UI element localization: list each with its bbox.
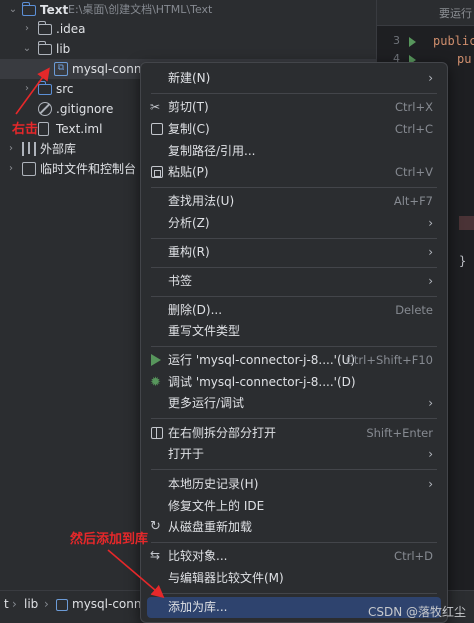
menu-item-new[interactable]: 新建(N) › <box>147 68 441 89</box>
menu-item-compare-with[interactable]: 比较对象...Ctrl+D <box>147 545 441 567</box>
chevron-right-icon: › <box>428 447 433 461</box>
tree-item-label: lib <box>56 42 71 56</box>
menu-item-find-usages[interactable]: 查找用法(U) Alt+F7 <box>147 191 441 212</box>
tree-item-idea[interactable]: › .idea <box>0 19 376 39</box>
menu-separator <box>151 93 437 94</box>
menu-separator <box>151 238 437 239</box>
chevron-right-icon: › <box>428 216 433 230</box>
menu-item-override-file-type[interactable]: 重写文件类型 <box>147 321 441 342</box>
chevron-right-icon[interactable]: › <box>22 79 32 99</box>
tree-item-label: Text.iml <box>56 122 103 136</box>
code-line: pu <box>457 52 472 66</box>
menu-separator <box>151 267 437 268</box>
tree-item-label: src <box>56 82 74 96</box>
run-icon <box>151 354 161 366</box>
chevron-right-icon: › <box>428 477 433 491</box>
tree-root[interactable]: ⌄ Text E:\桌面\创建文档\HTML\Text <box>0 0 376 20</box>
menu-item-analyze[interactable]: 分析(Z) › <box>147 213 441 234</box>
menu-item-repair-ide[interactable]: 修复文件上的 IDE <box>147 496 441 517</box>
chevron-right-icon[interactable]: › <box>6 139 16 159</box>
code-brace: } <box>459 254 467 268</box>
annotation-right-click: 右击 <box>12 122 39 137</box>
ignore-file-icon <box>38 102 52 116</box>
file-icon <box>38 122 49 136</box>
menu-separator <box>151 593 437 594</box>
breadcrumb-separator: › <box>12 597 17 611</box>
menu-item-delete[interactable]: 删除(D)... Delete <box>147 300 441 321</box>
menu-separator <box>151 542 437 543</box>
menu-item-debug[interactable]: 调试 'mysql-connector-j-8....'(D) <box>147 372 441 393</box>
folder-icon <box>38 41 52 55</box>
error-marker <box>459 216 474 230</box>
breadcrumb-lib[interactable]: lib <box>24 597 38 611</box>
chevron-right-icon[interactable]: › <box>6 159 16 179</box>
line-number: 3 <box>393 34 400 47</box>
chevron-down-icon[interactable]: ⌄ <box>22 39 32 59</box>
source-folder-icon <box>38 81 52 95</box>
menu-separator <box>151 469 437 470</box>
run-gutter-icon[interactable] <box>409 37 416 47</box>
chevron-right-icon: › <box>428 274 433 288</box>
editor-tab-bar: 要运行 <box>377 0 474 26</box>
menu-item-open-in[interactable]: 打开于 › <box>147 444 441 465</box>
menu-item-copy-path[interactable]: 复制路径/引用... <box>147 141 441 162</box>
breadcrumb-project[interactable]: t <box>4 597 9 611</box>
jar-icon: ⧉ <box>54 62 68 76</box>
scissors-icon <box>150 97 163 118</box>
annotation-then-add: 然后添加到库 <box>70 532 149 547</box>
menu-item-bookmarks[interactable]: 书签 › <box>147 271 441 292</box>
paste-icon <box>151 166 163 178</box>
reload-icon <box>150 516 163 537</box>
debug-icon <box>150 372 163 393</box>
split-icon <box>151 427 163 439</box>
chevron-right-icon: › <box>428 71 433 85</box>
breadcrumb-jar[interactable]: mysql-conne <box>72 597 149 611</box>
menu-item-open-in-right-split[interactable]: 在右侧拆分部分打开 Shift+Enter <box>147 423 441 444</box>
compare-icon <box>150 545 163 566</box>
menu-item-more-run-debug[interactable]: 更多运行/调试 › <box>147 393 441 414</box>
code-line: public <box>433 34 474 48</box>
menu-separator <box>151 187 437 188</box>
watermark: CSDN @落牧红尘 <box>367 605 466 619</box>
jar-icon <box>56 599 68 611</box>
tree-item-label: 临时文件和控制台 <box>40 162 137 176</box>
library-icon <box>22 142 36 156</box>
folder-icon <box>38 21 52 35</box>
scratch-icon <box>22 162 36 176</box>
tree-item-label: .gitignore <box>56 102 114 116</box>
tree-item-label: 外部库 <box>40 142 77 156</box>
tree-root-path: E:\桌面\创建文档\HTML\Text <box>68 3 213 16</box>
menu-separator <box>151 418 437 419</box>
menu-item-reload-from-disk[interactable]: 从磁盘重新加载 <box>147 516 441 538</box>
menu-item-cut[interactable]: 剪切(T)Ctrl+X <box>147 97 441 118</box>
menu-separator <box>151 346 437 347</box>
editor-tab[interactable]: 要运行 <box>439 5 472 21</box>
menu-item-refactor[interactable]: 重构(R) › <box>147 242 441 263</box>
menu-item-local-history[interactable]: 本地历史记录(H) › <box>147 474 441 495</box>
menu-item-run[interactable]: 运行 'mysql-connector-j-8....'(U) Ctrl+Shif… <box>147 350 441 371</box>
tree-item-label: .idea <box>56 22 86 36</box>
chevron-right-icon: › <box>428 396 433 410</box>
menu-item-compare-with-editor[interactable]: 与编辑器比较文件(M) <box>147 568 441 589</box>
menu-item-paste[interactable]: 粘贴(P) Ctrl+V <box>147 162 441 183</box>
menu-separator <box>151 296 437 297</box>
tree-root-label: Text <box>40 3 69 17</box>
breadcrumb-separator: › <box>44 597 49 611</box>
chevron-down-icon[interactable]: ⌄ <box>8 0 18 20</box>
chevron-right-icon: › <box>428 245 433 259</box>
copy-icon <box>151 123 163 135</box>
tree-item-lib[interactable]: ⌄ lib <box>0 39 376 59</box>
folder-icon <box>22 2 36 16</box>
chevron-right-icon[interactable]: › <box>22 19 32 39</box>
menu-item-copy[interactable]: 复制(C) Ctrl+C <box>147 119 441 140</box>
context-menu: 新建(N)› 剪切(T)Ctrl+X 复制(C)Ctrl+C 复制路径/引用..… <box>140 62 448 623</box>
